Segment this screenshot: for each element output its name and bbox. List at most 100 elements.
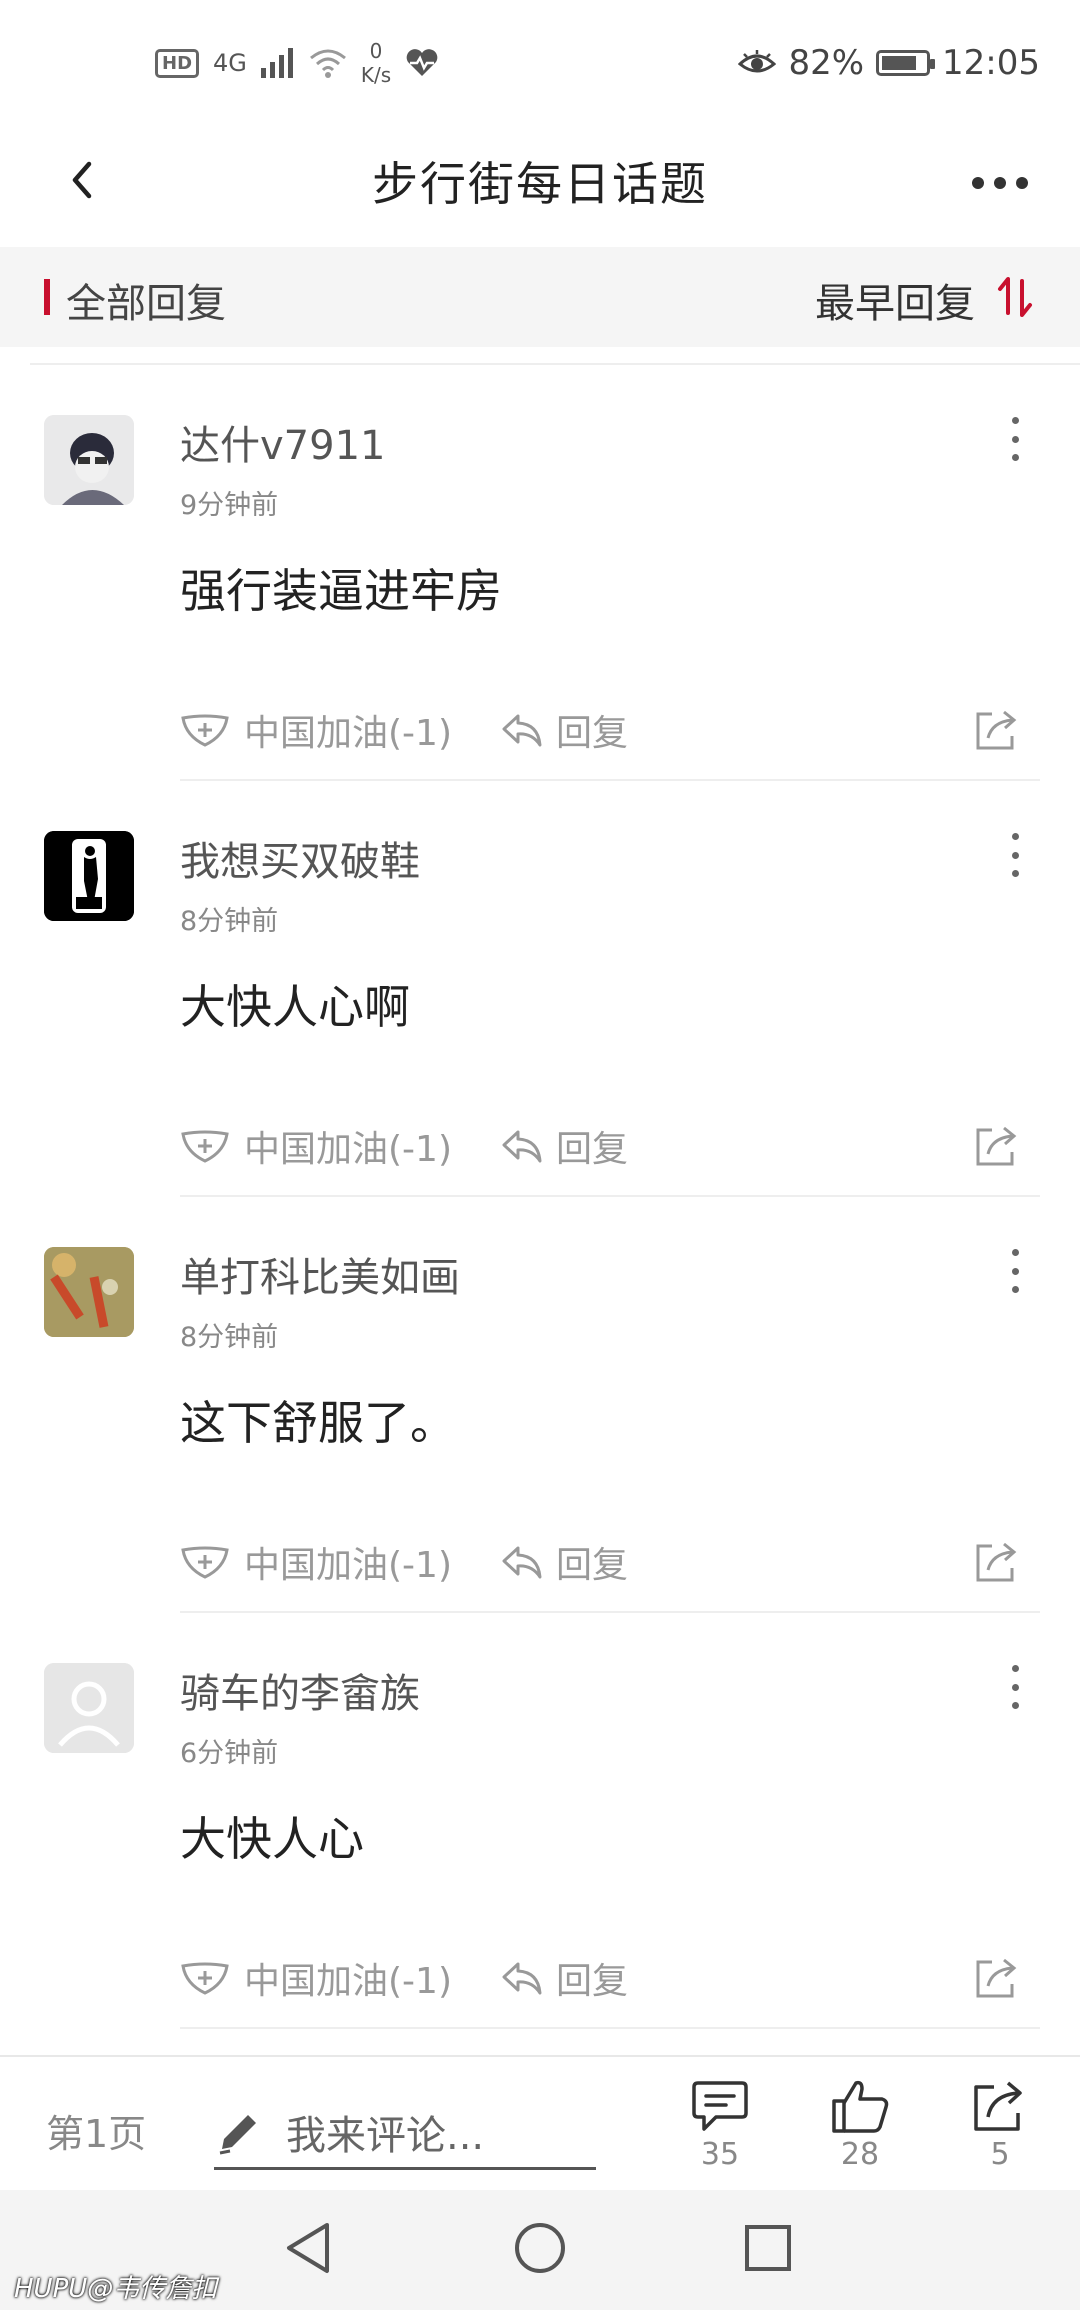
menu-dot-icon [1011,870,1019,877]
menu-dot-icon [1011,1702,1019,1709]
comment-text: 这下舒服了。 [180,1396,456,1450]
sort-arrows-icon[interactable] [996,273,1036,321]
comment-text: 大快人心 [180,1812,364,1866]
system-home-button[interactable] [510,2218,570,2278]
menu-dot-icon [1011,833,1019,840]
pencil-icon [219,2115,256,2155]
reply-label: 回复 [556,1129,629,1170]
comment-input[interactable]: 我来评论... [214,2097,596,2170]
avatar[interactable] [44,1247,134,1337]
comment-menu-button[interactable] [1000,1249,1030,1293]
reply-icon [502,1130,542,1163]
cheer-label: 中国加油(-1) [244,1545,452,1586]
page-indicator[interactable]: 第1页 [46,2103,146,2158]
avatar[interactable] [44,831,134,921]
share-comment-button[interactable] [974,1121,1020,1171]
thumbs-up-icon [832,2080,889,2133]
avatar[interactable] [44,1663,134,1753]
battery-fill [882,56,917,70]
reply-filter-bar: 全部回复 最早回复 [0,247,1080,347]
comments-count: 35 [700,2137,740,2172]
more-dot-icon [1016,177,1028,189]
share-comment-button[interactable] [974,705,1020,755]
network-speed: 0 K/s [361,39,391,87]
cheer-button[interactable]: 中国加油(-1) [180,1953,452,2003]
comment-actions: 中国加油(-1) 回复 [180,1121,1040,1171]
cheer-icon [181,1962,229,1995]
share-comment-button[interactable] [974,1537,1020,1587]
reply-button[interactable]: 回复 [500,1121,628,1171]
speed-unit: K/s [360,63,392,87]
comment-time: 8分钟前 [180,906,279,937]
comment-username[interactable]: 我想买双破鞋 [180,829,420,887]
comment-menu-button[interactable] [1000,833,1030,877]
shares-count: 5 [990,2137,1010,2172]
more-options-button[interactable] [960,158,1040,208]
comment-input-placeholder: 我来评论... [286,2113,485,2159]
menu-dot-icon [1011,454,1019,461]
reply-button[interactable]: 回复 [500,705,628,755]
share-icon [976,710,1017,750]
cheer-label: 中国加油(-1) [244,713,452,754]
comment-menu-button[interactable] [1000,417,1030,461]
comments-count-button[interactable]: 35 [680,2079,760,2172]
signal-icon [260,48,293,78]
bottom-comment-bar: 第1页 我来评论... 35 28 5 [0,2055,1080,2192]
menu-dot-icon [1011,851,1019,859]
more-dot-icon [994,177,1006,189]
nba-logo-icon [44,831,134,921]
hd-badge: HD [155,48,200,78]
clock: 12:05 [942,43,1040,83]
comment-bubble-icon [692,2081,748,2131]
share-icon [974,2081,1022,2131]
status-bar: HD 4G 0 K/s 82% 12:05 [0,0,1080,120]
comment-item: 骑车的李畲族 6分钟前 大快人心 中国加油(-1) 回复 [0,1613,1080,2029]
menu-dot-icon [1011,1665,1019,1672]
comment-time: 8分钟前 [180,1322,279,1353]
comment-item: 单打科比美如画 8分钟前 这下舒服了。 中国加油(-1) 回复 [0,1197,1080,1613]
menu-dot-icon [1011,1267,1019,1275]
system-recents-button[interactable] [738,2218,798,2278]
triangle-back-icon [287,2223,329,2273]
page-title: 步行街每日话题 [372,157,708,211]
comment-text: 大快人心啊 [180,980,410,1034]
reply-button[interactable]: 回复 [500,1953,628,2003]
shares-count-button[interactable]: 5 [960,2079,1040,2172]
likes-count-button[interactable]: 28 [820,2079,900,2172]
comment-menu-button[interactable] [1000,1665,1030,1709]
cheer-button[interactable]: 中国加油(-1) [180,705,452,755]
menu-dot-icon [1011,435,1019,443]
comment-actions: 中国加油(-1) 回复 [180,705,1040,755]
reply-label: 回复 [556,1961,629,2002]
avatar-image [44,1247,134,1337]
cheer-icon [181,714,229,747]
comment-time: 6分钟前 [180,1738,279,1769]
cheer-label: 中国加油(-1) [244,1961,452,2002]
comment-username[interactable]: 达什v7911 [180,413,385,471]
more-dot-icon [972,177,984,189]
avatar[interactable] [44,415,134,505]
all-replies-tab[interactable]: 全部回复 [66,271,226,329]
watermark-brand: HUPU [14,2274,88,2304]
cheer-icon [181,1130,229,1163]
comment-item: 我想买双破鞋 8分钟前 大快人心啊 中国加油(-1) 回复 [0,781,1080,1197]
reply-button[interactable]: 回复 [500,1537,628,1587]
reply-label: 回复 [556,713,629,754]
cheer-icon [181,1546,229,1579]
square-recents-icon [745,2225,791,2271]
cheer-button[interactable]: 中国加油(-1) [180,1537,452,1587]
cheer-button[interactable]: 中国加油(-1) [180,1121,452,1171]
battery-percent: 82% [788,43,865,83]
share-icon [976,1126,1017,1166]
share-comment-button[interactable] [974,1953,1020,2003]
comment-actions: 中国加油(-1) 回复 [180,1537,1040,1587]
system-back-button[interactable] [278,2218,338,2278]
sort-order-button[interactable]: 最早回复 [815,271,975,329]
default-avatar-icon [44,1663,134,1753]
status-left: HD 4G 0 K/s [155,38,439,88]
comment-username[interactable]: 骑车的李畲族 [180,1661,420,1719]
comment-username[interactable]: 单打科比美如画 [180,1245,460,1303]
watermark: HUPU@韦传詹扣 [14,2268,217,2305]
speed-value: 0 [369,39,383,63]
health-icon [406,49,438,76]
